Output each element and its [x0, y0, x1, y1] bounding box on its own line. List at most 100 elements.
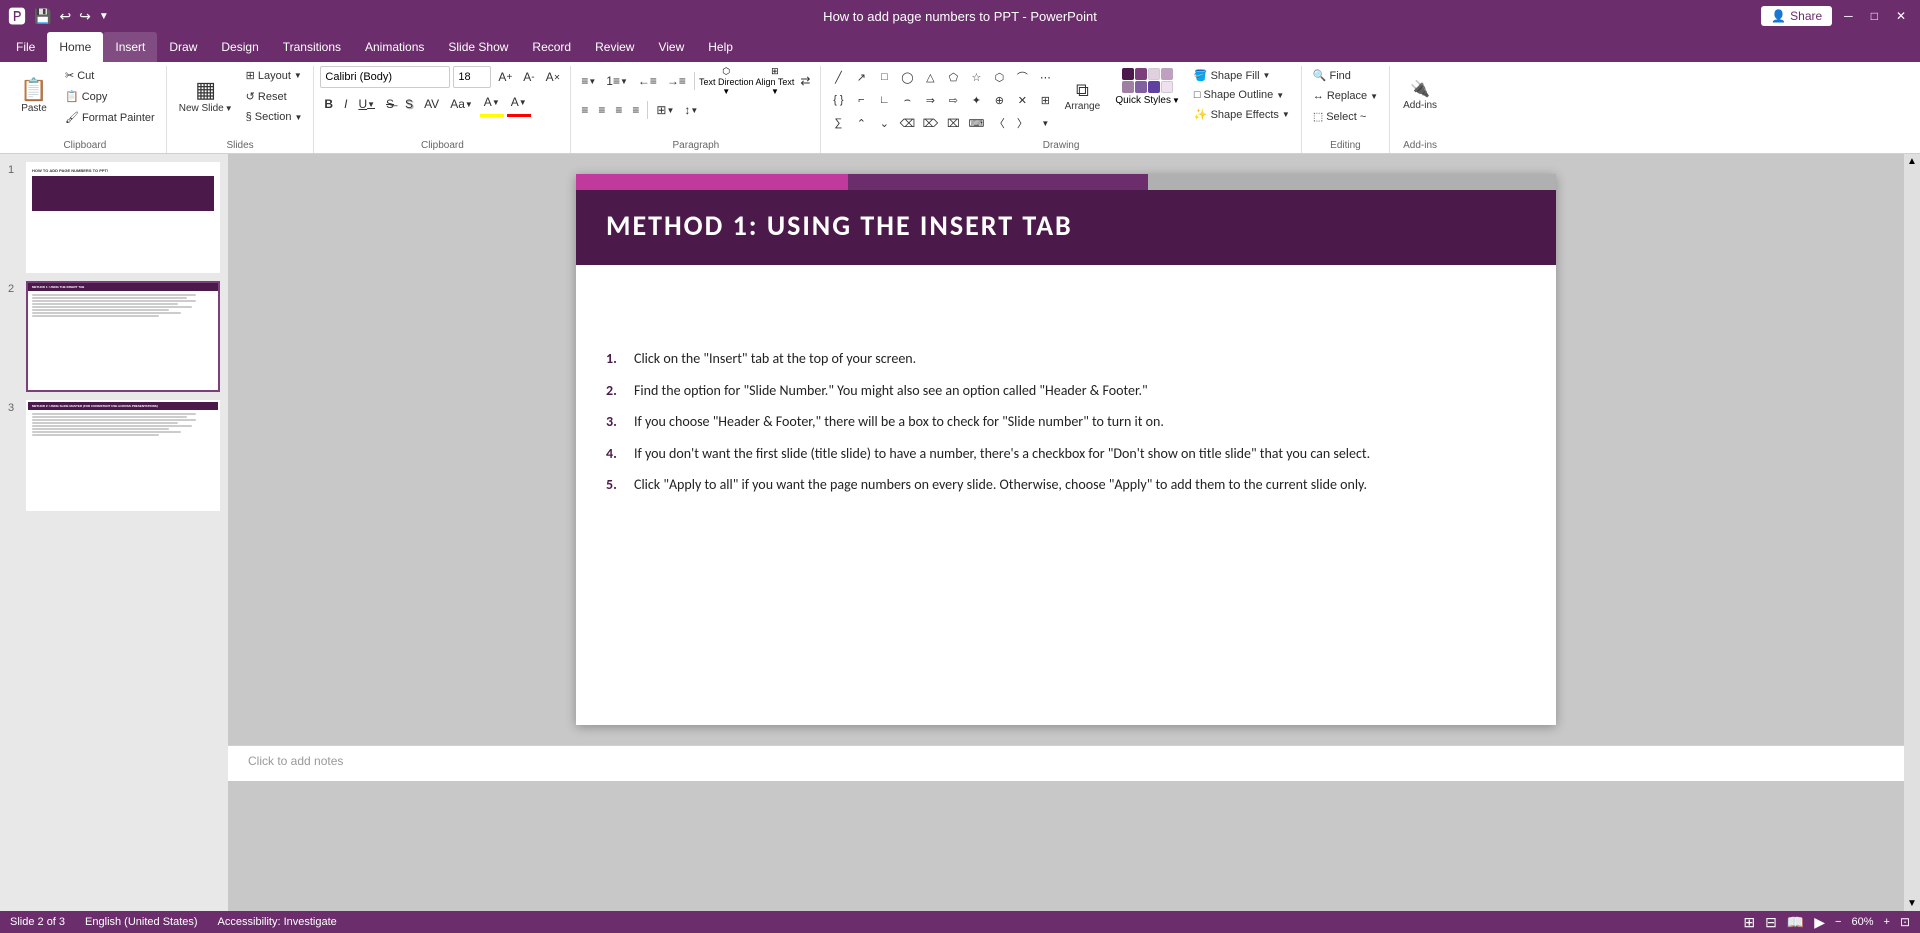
- slide-thumb-1[interactable]: 1 HOW TO ADD PAGE NUMBERS TO PPT!: [8, 162, 220, 273]
- shape-backspace[interactable]: ⌫: [896, 112, 918, 134]
- shape-hex[interactable]: ⬡: [988, 66, 1010, 88]
- columns-button[interactable]: ⊞▼: [652, 99, 678, 121]
- shape-star4[interactable]: ✦: [965, 89, 987, 111]
- shape-circle[interactable]: ◯: [896, 66, 918, 88]
- zoom-in-btn[interactable]: +: [1884, 916, 1890, 928]
- quick-access-redo[interactable]: ↪: [79, 8, 91, 25]
- replace-button[interactable]: ↔ Replace ▼: [1308, 87, 1383, 105]
- arrange-button[interactable]: ⧉ Arrange: [1058, 66, 1106, 126]
- shape-cross[interactable]: ✕: [1011, 89, 1033, 111]
- tab-transitions[interactable]: Transitions: [271, 32, 353, 62]
- slide-img-3[interactable]: METHOD 2: USING SLIDE MASTER (FOR CONSIS…: [26, 400, 220, 511]
- font-color-button[interactable]: A▼: [507, 91, 531, 117]
- shape-brace[interactable]: { }: [827, 89, 849, 111]
- shape-rect[interactable]: □: [873, 66, 895, 88]
- shape-triangle[interactable]: △: [919, 66, 941, 88]
- char-spacing-button[interactable]: AV: [420, 93, 443, 115]
- underline-button[interactable]: U▼: [354, 93, 379, 115]
- paste-button[interactable]: 📋 Paste: [10, 66, 58, 126]
- convert-smartart-button[interactable]: ⇄: [796, 70, 814, 92]
- slide-container[interactable]: METHOD 1: USING THE INSERT TAB 1. Click …: [576, 174, 1556, 725]
- shape-rnarrow[interactable]: ⇒: [919, 89, 941, 111]
- shapes-expand-btn[interactable]: ▼: [1034, 112, 1056, 134]
- fit-slide-btn[interactable]: ⊡: [1900, 915, 1910, 929]
- slide-header[interactable]: METHOD 1: USING THE INSERT TAB: [576, 190, 1556, 265]
- tab-animations[interactable]: Animations: [353, 32, 436, 62]
- numbering-button[interactable]: 1≡▼: [602, 70, 632, 92]
- text-direction-button[interactable]: ⬡ Text Direction ▼: [699, 66, 754, 96]
- view-reading-btn[interactable]: 📖: [1787, 914, 1804, 931]
- align-right-button[interactable]: ≡: [611, 99, 626, 121]
- quick-access-more[interactable]: ▼: [99, 11, 109, 22]
- align-left-button[interactable]: ≡: [577, 99, 592, 121]
- tab-slideshow[interactable]: Slide Show: [436, 32, 520, 62]
- tab-draw[interactable]: Draw: [157, 32, 209, 62]
- view-slide-sorter-btn[interactable]: ⊟: [1765, 914, 1777, 931]
- shape-star[interactable]: ☆: [965, 66, 987, 88]
- shape-opt2[interactable]: 〉: [1011, 112, 1033, 134]
- align-center-button[interactable]: ≡: [594, 99, 609, 121]
- shape-line[interactable]: ╱: [827, 66, 849, 88]
- text-shadow-button[interactable]: S: [401, 93, 417, 115]
- restore-btn[interactable]: □: [1865, 7, 1884, 25]
- scroll-down-arrow[interactable]: ▼: [1907, 898, 1917, 909]
- quick-styles-button[interactable]: Quick Styles ▼: [1115, 66, 1180, 106]
- shape-curve[interactable]: ⌢: [896, 89, 918, 111]
- select-button[interactable]: ⬚ Select ~: [1308, 107, 1383, 126]
- inc-indent-button[interactable]: →≡: [663, 70, 690, 92]
- shape-up[interactable]: ⌃: [850, 112, 872, 134]
- tab-file[interactable]: File: [4, 32, 47, 62]
- shape-plus[interactable]: ⊕: [988, 89, 1010, 111]
- dec-indent-button[interactable]: ←≡: [634, 70, 661, 92]
- bold-button[interactable]: B: [320, 93, 337, 115]
- shape-arc[interactable]: ⌒: [1011, 66, 1033, 88]
- shape-sum[interactable]: ∑: [827, 112, 849, 134]
- font-shrink-button[interactable]: A-: [519, 66, 538, 88]
- shape-delete[interactable]: ⌦: [919, 112, 941, 134]
- slide-img-2[interactable]: METHOD 1: USING THE INSERT TAB: [26, 281, 220, 392]
- section-button[interactable]: § Section ▼: [241, 108, 308, 126]
- shape-more[interactable]: ⋯: [1034, 66, 1056, 88]
- find-button[interactable]: 🔍 Find: [1308, 66, 1383, 85]
- shape-x[interactable]: ⌧: [942, 112, 964, 134]
- shape-corner[interactable]: ⌐: [850, 89, 872, 111]
- tab-help[interactable]: Help: [696, 32, 745, 62]
- cut-button[interactable]: ✂ Cut: [60, 66, 160, 85]
- notes-area[interactable]: Click to add notes: [228, 745, 1904, 781]
- minimize-btn[interactable]: ─: [1838, 7, 1859, 25]
- font-grow-button[interactable]: A+: [494, 66, 516, 88]
- shape-chevron[interactable]: ⇨: [942, 89, 964, 111]
- right-scrollbar[interactable]: ▲ ▼: [1904, 154, 1920, 911]
- format-painter-button[interactable]: 🖌 Format Painter: [60, 108, 160, 127]
- font-size-input[interactable]: [453, 66, 491, 88]
- quick-access-undo[interactable]: ↩: [59, 8, 71, 25]
- slide-thumb-3[interactable]: 3 METHOD 2: USING SLIDE MASTER (FOR CONS…: [8, 400, 220, 511]
- shape-fill-button[interactable]: 🪣 Shape Fill ▼: [1189, 66, 1295, 85]
- zoom-out-btn[interactable]: −: [1835, 916, 1841, 928]
- line-spacing-button[interactable]: ↕▼: [680, 99, 702, 121]
- tab-review[interactable]: Review: [583, 32, 646, 62]
- shape-outline-button[interactable]: □ Shape Outline ▼: [1189, 86, 1295, 104]
- tab-view[interactable]: View: [646, 32, 696, 62]
- font-clear-button[interactable]: A✕: [542, 66, 565, 88]
- bullets-button[interactable]: ≡▼: [577, 70, 600, 92]
- slide-img-1[interactable]: HOW TO ADD PAGE NUMBERS TO PPT!: [26, 162, 220, 273]
- slide-body[interactable]: 1. Click on the "Insert" tab at the top …: [606, 349, 1526, 715]
- shape-arrow[interactable]: ↗: [850, 66, 872, 88]
- tab-home[interactable]: Home: [47, 32, 103, 62]
- tab-insert[interactable]: Insert: [103, 32, 157, 62]
- tab-record[interactable]: Record: [520, 32, 583, 62]
- strikethrough-button[interactable]: S̶: [382, 93, 398, 115]
- layout-button[interactable]: ⊞ Layout ▼: [241, 66, 308, 85]
- font-family-select[interactable]: [320, 66, 450, 88]
- quick-access-save[interactable]: 💾: [34, 8, 51, 25]
- font-highlight-button[interactable]: A▼: [480, 91, 504, 117]
- shape-kbd[interactable]: ⌨: [965, 112, 987, 134]
- view-normal-btn[interactable]: ⊞: [1743, 914, 1755, 931]
- shape-grid[interactable]: ⊞: [1034, 89, 1056, 111]
- shape-pentagon[interactable]: ⬠: [942, 66, 964, 88]
- italic-button[interactable]: I: [340, 93, 351, 115]
- change-case-button[interactable]: Aa▼: [446, 93, 477, 115]
- justify-button[interactable]: ≡: [628, 99, 643, 121]
- slide-thumb-2[interactable]: 2 METHOD 1: USING THE INSERT TAB: [8, 281, 220, 392]
